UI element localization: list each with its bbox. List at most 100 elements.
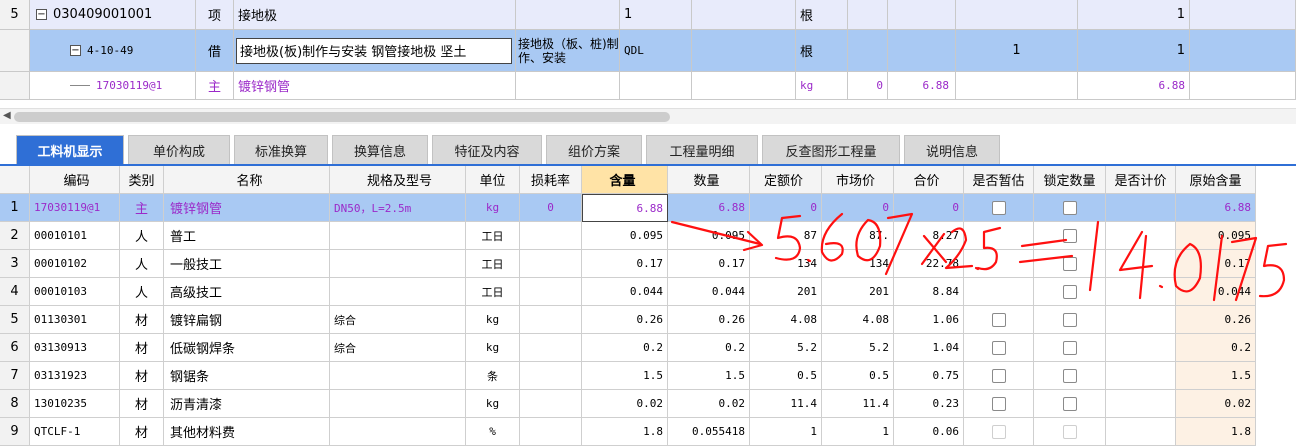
market-price-cell[interactable]: 4.08: [822, 306, 894, 334]
tab-labor-material[interactable]: 工料机显示: [16, 135, 124, 164]
unit-cell[interactable]: kg: [466, 306, 520, 334]
table-row[interactable]: 1 17030119@1 主镀锌钢管 DN50，L=2.5m kg 0 6.88 6.88 0 0…: [0, 194, 1296, 222]
unit-cell[interactable]: 工日: [466, 250, 520, 278]
code-cell[interactable]: 13010235: [30, 390, 120, 418]
header-loss-rate[interactable]: 损耗率: [520, 166, 582, 194]
category-cell[interactable]: 材: [120, 390, 164, 418]
content-cell[interactable]: 0.044: [582, 278, 668, 306]
category-cell[interactable]: 材: [120, 306, 164, 334]
tab-conversion-info[interactable]: 换算信息: [332, 135, 428, 164]
spec-cell[interactable]: [330, 250, 466, 278]
tab-unit-price[interactable]: 单价构成: [128, 135, 230, 164]
lock-qty-checkbox[interactable]: [1062, 368, 1077, 383]
name-edit-field[interactable]: 接地极(板)制作与安装 钢管接地极 坚土: [236, 37, 512, 64]
unit-cell[interactable]: %: [466, 418, 520, 446]
category-cell[interactable]: 人: [120, 222, 164, 250]
spec-cell[interactable]: 综合: [330, 306, 466, 334]
header-original-content[interactable]: 原始含量: [1176, 166, 1256, 194]
provisional-checkbox[interactable]: [991, 424, 1006, 439]
header-category[interactable]: 类别: [120, 166, 164, 194]
market-price-cell[interactable]: 0.5: [822, 362, 894, 390]
code-cell[interactable]: QTCLF-1: [30, 418, 120, 446]
scroll-left-icon[interactable]: ◀: [3, 110, 11, 121]
code-cell[interactable]: 17030119@1: [30, 194, 120, 222]
table-row[interactable]: 8 13010235 材沥青清漆 kg 0.02 0.02 11.4 11.4 0.23 0.02: [0, 390, 1296, 418]
unit-cell[interactable]: 条: [466, 362, 520, 390]
tab-quantity-detail[interactable]: 工程量明细: [646, 135, 758, 164]
total-price-cell[interactable]: 0: [894, 194, 964, 222]
header-quantity[interactable]: 数量: [668, 166, 750, 194]
lock-qty-checkbox[interactable]: [1062, 228, 1077, 243]
header-is-priced[interactable]: 是否计价: [1106, 166, 1176, 194]
tab-features[interactable]: 特征及内容: [432, 135, 542, 164]
header-quota-price[interactable]: 定额价: [750, 166, 822, 194]
code-cell[interactable]: 03130913: [30, 334, 120, 362]
quantity-cell[interactable]: 0.095: [668, 222, 750, 250]
bill-row-material[interactable]: 17030119@1 主 镀锌钢管 kg 0 6.88 6.88: [0, 72, 1296, 100]
loss-rate-cell[interactable]: [520, 362, 582, 390]
table-row[interactable]: 6 03130913 材低碳钢焊条 综合 kg 0.2 0.2 5.2 5.2 1.04 0.2: [0, 334, 1296, 362]
content-cell[interactable]: 0.17: [582, 250, 668, 278]
quantity-cell[interactable]: 0.044: [668, 278, 750, 306]
quantity-cell[interactable]: 0.2: [668, 334, 750, 362]
scrollbar-thumb[interactable]: [14, 112, 670, 122]
horizontal-scrollbar[interactable]: ◀: [0, 108, 1296, 124]
loss-rate-cell[interactable]: [520, 278, 582, 306]
quantity-cell[interactable]: 0.055418: [668, 418, 750, 446]
content-cell[interactable]: 0.02: [582, 390, 668, 418]
bill-row-item[interactable]: 5 − 030409001001 项 接地极 1 根 1: [0, 0, 1296, 30]
table-row[interactable]: 3 00010102 人一般技工 工日 0.17 0.17 134 134 22.78 0.17: [0, 250, 1296, 278]
spec-cell[interactable]: [330, 222, 466, 250]
content-cell[interactable]: 0.2: [582, 334, 668, 362]
lock-qty-checkbox[interactable]: [1062, 256, 1077, 271]
code-cell[interactable]: 03131923: [30, 362, 120, 390]
tab-graphic-quantity[interactable]: 反查图形工程量: [762, 135, 900, 164]
quantity-cell[interactable]: 0.26: [668, 306, 750, 334]
provisional-checkbox[interactable]: [991, 200, 1006, 215]
category-cell[interactable]: 材: [120, 334, 164, 362]
table-row[interactable]: 9 QTCLF-1 材其他材料费% 1.8 0.055418 1 1 0.06 1.8: [0, 418, 1296, 446]
name-cell[interactable]: 镀锌钢管: [164, 194, 330, 222]
quota-price-cell[interactable]: 1: [750, 418, 822, 446]
header-total[interactable]: 合价: [894, 166, 964, 194]
tab-notes[interactable]: 说明信息: [904, 135, 1000, 164]
header-spec[interactable]: 规格及型号: [330, 166, 466, 194]
loss-rate-cell[interactable]: 0: [520, 194, 582, 222]
name-cell[interactable]: 高级技工: [164, 278, 330, 306]
total-price-cell[interactable]: 22.78: [894, 250, 964, 278]
code-cell[interactable]: 01130301: [30, 306, 120, 334]
quota-price-cell[interactable]: 0.5: [750, 362, 822, 390]
table-row[interactable]: 4 00010103 人高级技工 工日 0.044 0.044 201 201 8.84 0.04…: [0, 278, 1296, 306]
content-cell[interactable]: 1.8: [582, 418, 668, 446]
provisional-checkbox[interactable]: [991, 368, 1006, 383]
lock-qty-checkbox[interactable]: [1062, 424, 1077, 439]
unit-cell[interactable]: kg: [466, 334, 520, 362]
market-price-cell[interactable]: 87.: [822, 222, 894, 250]
total-price-cell[interactable]: 0.06: [894, 418, 964, 446]
quota-price-cell[interactable]: 0: [750, 194, 822, 222]
total-price-cell[interactable]: 8.84: [894, 278, 964, 306]
code-cell[interactable]: 00010103: [30, 278, 120, 306]
quota-price-cell[interactable]: 87: [750, 222, 822, 250]
spec-cell[interactable]: [330, 362, 466, 390]
quota-price-cell[interactable]: 201: [750, 278, 822, 306]
bill-row-quota[interactable]: − 4-10-49 借 接地极(板)制作与安装 钢管接地极 坚土 接地极（板、桩…: [0, 30, 1296, 72]
name-cell[interactable]: 一般技工: [164, 250, 330, 278]
name-cell[interactable]: 其他材料费: [164, 418, 330, 446]
spec-cell[interactable]: [330, 418, 466, 446]
quantity-cell[interactable]: 0.17: [668, 250, 750, 278]
name-cell[interactable]: 普工: [164, 222, 330, 250]
table-row[interactable]: 7 03131923 材钢锯条条 1.5 1.5 0.5 0.5 0.75 1.5: [0, 362, 1296, 390]
collapse-icon[interactable]: −: [70, 45, 81, 56]
category-cell[interactable]: 主: [120, 194, 164, 222]
loss-rate-cell[interactable]: [520, 306, 582, 334]
header-code[interactable]: 编码: [30, 166, 120, 194]
category-cell[interactable]: 材: [120, 362, 164, 390]
category-cell[interactable]: 人: [120, 250, 164, 278]
market-price-cell[interactable]: 201: [822, 278, 894, 306]
code-cell[interactable]: 00010102: [30, 250, 120, 278]
spec-cell[interactable]: DN50，L=2.5m: [330, 194, 466, 222]
content-cell[interactable]: 6.88: [582, 194, 668, 222]
collapse-icon[interactable]: −: [36, 9, 47, 20]
category-cell[interactable]: 材: [120, 418, 164, 446]
